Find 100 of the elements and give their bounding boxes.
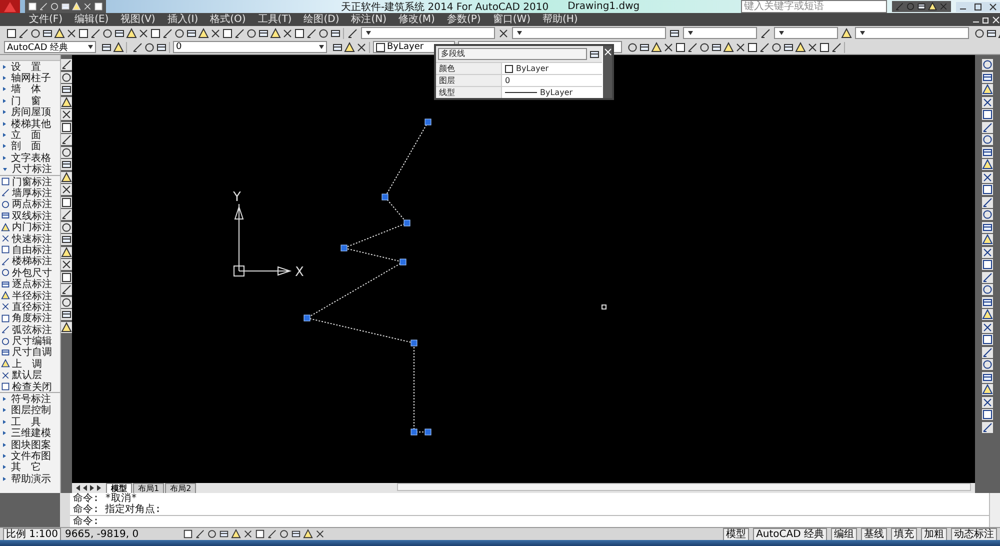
toolbar-icon[interactable] — [735, 42, 746, 52]
toolbar-icon[interactable] — [627, 42, 638, 52]
toolbar-icon[interactable] — [30, 28, 41, 38]
toolbar-icon[interactable] — [663, 42, 674, 52]
sidebar-item[interactable]: 立 面 — [0, 129, 60, 141]
modify-tool-icon[interactable] — [982, 346, 993, 358]
drafting-toggle-icon[interactable] — [194, 529, 205, 539]
quick-access-icon[interactable] — [94, 2, 103, 11]
modify-tool-icon[interactable] — [982, 309, 993, 320]
dimension-tool-icon[interactable] — [1, 177, 10, 186]
menu-item[interactable]: 帮助(H) — [538, 13, 583, 26]
toolbar-icon[interactable] — [344, 42, 355, 52]
sidebar-subitem[interactable]: 两点标注 — [0, 198, 60, 210]
modify-tool-icon[interactable] — [982, 109, 993, 120]
sidebar-subitem[interactable]: 快速标注 — [0, 232, 60, 244]
drafting-toggle-icon[interactable] — [266, 529, 277, 539]
dimension-tool-icon[interactable] — [1, 211, 10, 220]
sidebar-item[interactable]: 其 它 — [0, 462, 60, 474]
toolbar-icon[interactable] — [330, 28, 341, 38]
menu-item[interactable]: 文件(F) — [24, 13, 68, 26]
layout-tab[interactable]: 模型 — [106, 483, 132, 493]
menu-item[interactable]: 插入(I) — [162, 13, 204, 26]
toolbar-icon[interactable] — [819, 42, 830, 52]
restore-icon[interactable] — [982, 16, 990, 24]
sidebar-item[interactable]: 文字表格 — [0, 152, 60, 164]
dimension-tool-icon[interactable] — [1, 188, 10, 198]
dimension-tool-icon[interactable] — [1, 348, 10, 357]
dimension-tool-icon[interactable] — [1, 359, 10, 368]
property-value[interactable]: ByLayer — [516, 64, 549, 73]
dimension-tool-icon[interactable] — [1, 314, 10, 323]
status-button[interactable]: 编组 — [831, 528, 857, 540]
quick-access-icon[interactable] — [61, 2, 70, 11]
expander-icon[interactable] — [3, 144, 6, 148]
toolbar-icon[interactable] — [687, 42, 698, 52]
sidebar-subitem[interactable]: 直径标注 — [0, 301, 60, 313]
expander-icon[interactable] — [3, 476, 6, 481]
expander-icon[interactable] — [3, 76, 6, 80]
draw-tool-icon[interactable] — [61, 259, 72, 270]
expander-icon[interactable] — [3, 122, 6, 126]
toolbar-icon[interactable] — [639, 42, 650, 52]
sidebar-item[interactable]: 房间屋顶 — [0, 106, 60, 118]
modify-tool-icon[interactable] — [982, 359, 993, 370]
toolbar-icon[interactable] — [759, 42, 770, 52]
workspace-dropdown[interactable]: AutoCAD 经典 — [4, 41, 96, 53]
draw-tool-icon[interactable] — [61, 322, 72, 332]
menu-item[interactable]: 绘图(D) — [298, 13, 344, 26]
modify-tool-icon[interactable] — [982, 146, 993, 158]
multileader-style-icon[interactable] — [760, 28, 771, 38]
toolbar-icon[interactable] — [186, 28, 197, 38]
modify-tool-icon[interactable] — [982, 296, 993, 308]
modify-tool-icon[interactable] — [982, 322, 993, 332]
modify-tool-icon[interactable] — [982, 172, 993, 182]
dimension-tool-icon[interactable] — [1, 200, 10, 209]
toolbar-icon[interactable] — [90, 28, 101, 38]
text-style-icon[interactable] — [347, 28, 358, 38]
help-toolbar-icon[interactable] — [928, 2, 937, 11]
toolbar-icon[interactable] — [795, 42, 806, 52]
sidebar-item[interactable]: 剖 面 — [0, 140, 60, 152]
draw-tool-icon[interactable] — [61, 109, 72, 120]
drafting-toggle-icon[interactable] — [254, 529, 265, 539]
sidebar-subitem[interactable]: 墙厚标注 — [0, 187, 60, 199]
toolbar-icon[interactable] — [747, 42, 758, 52]
layer-dropdown[interactable]: 0 — [173, 41, 327, 53]
sidebar-item[interactable]: 文件布图 — [0, 450, 60, 462]
modify-tool-icon[interactable] — [982, 59, 993, 70]
menu-item[interactable]: 编辑(E) — [70, 13, 114, 26]
sidebar-subitem[interactable]: 半径标注 — [0, 290, 60, 302]
sidebar-subitem[interactable]: 角度标注 — [0, 312, 60, 324]
draw-tool-icon[interactable] — [61, 96, 72, 108]
command-line-grip[interactable] — [60, 493, 70, 527]
draw-tool-icon[interactable] — [61, 122, 72, 132]
expander-icon[interactable] — [3, 465, 6, 470]
sidebar-subitem[interactable]: 外包尺寸 — [0, 267, 60, 278]
toolbar-icon[interactable] — [132, 42, 143, 52]
layer-state-icon[interactable] — [841, 28, 852, 38]
draw-tool-icon[interactable] — [61, 296, 72, 308]
sidebar-subitem[interactable]: 尺寸编辑 — [0, 335, 60, 347]
draw-tool-icon[interactable] — [61, 184, 72, 195]
sidebar-item[interactable]: 帮助演示 — [0, 473, 60, 484]
toolbar-icon[interactable] — [6, 28, 17, 38]
menu-item[interactable]: 视图(V) — [116, 13, 160, 26]
toolbar-icon[interactable] — [723, 42, 734, 52]
sidebar-subitem[interactable]: 逐点标注 — [0, 278, 60, 290]
layout-tab[interactable]: 布局1 — [133, 483, 164, 493]
draw-tool-icon[interactable] — [61, 59, 72, 70]
scale-dropdown[interactable]: 比例 1:100 — [3, 528, 61, 540]
toolbar-icon[interactable] — [986, 28, 997, 38]
quick-select-icon[interactable] — [589, 48, 600, 60]
sidebar-item[interactable]: 工 具 — [0, 416, 60, 428]
toolbar-icon[interactable] — [42, 28, 53, 38]
sidebar-subitem[interactable]: 上 调 — [0, 358, 60, 370]
expander-icon[interactable] — [3, 156, 6, 160]
modify-tool-icon[interactable] — [982, 246, 993, 258]
dimension-tool-icon[interactable] — [1, 234, 10, 244]
toolbar-icon[interactable] — [114, 28, 125, 38]
dimension-tool-icon[interactable] — [1, 256, 10, 266]
toolbar-icon[interactable] — [156, 42, 167, 52]
modify-tool-icon[interactable] — [982, 84, 993, 95]
toolbar-icon[interactable] — [258, 28, 269, 38]
toolbar-icon[interactable] — [282, 28, 293, 38]
